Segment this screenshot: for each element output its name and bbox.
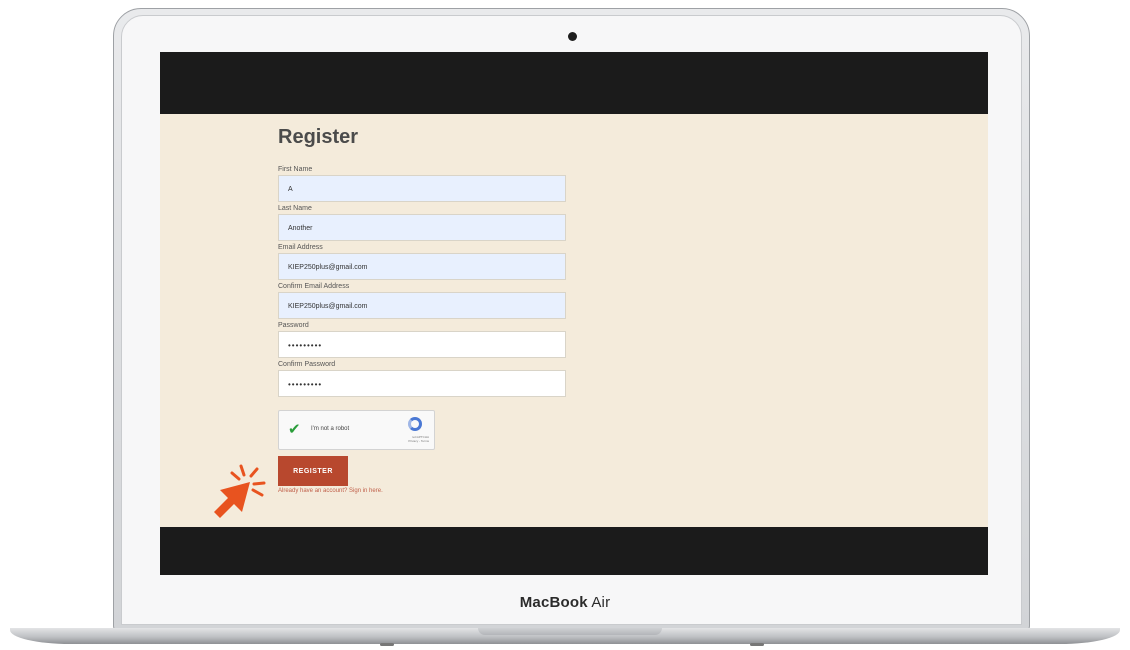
recaptcha-widget[interactable]: ✔ I'm not a robot reCAPTCHA Privacy - Te… [278,410,435,450]
laptop-foot [750,643,764,646]
captcha-label: I'm not a robot [311,426,350,432]
first-name-field[interactable]: A [278,175,566,202]
email-label: Email Address [278,244,323,251]
last-name-field[interactable]: Another [278,214,566,241]
password-field[interactable]: ••••••••• [278,331,566,358]
site-footer [160,527,988,575]
screen: Register First Name A Last Name Another … [160,52,988,575]
laptop-notch [478,628,662,635]
recaptcha-brand: reCAPTCHA Privacy - Terms [408,435,429,443]
device-brand-label: MacBook Air [519,594,611,611]
confirm-password-label: Confirm Password [278,361,336,368]
email-field[interactable]: KIEP250plus@gmail.com [278,253,566,280]
register-form: Register First Name A Last Name Another … [278,124,578,494]
first-name-label: First Name [278,166,313,173]
cursor-click-icon [214,464,266,518]
confirm-password-field[interactable]: ••••••••• [278,370,566,397]
checkmark-icon: ✔ [288,421,301,438]
recaptcha-logo-icon [408,417,422,431]
site-header [160,52,988,114]
password-label: Password [278,322,309,329]
confirm-email-field[interactable]: KIEP250plus@gmail.com [278,292,566,319]
confirm-email-label: Confirm Email Address [278,283,350,290]
register-button[interactable]: REGISTER [278,456,348,486]
signin-link[interactable]: Already have an account? Sign in here. [278,488,578,494]
last-name-label: Last Name [278,205,312,212]
camera-icon [568,32,577,41]
laptop-foot [380,643,394,646]
page-title: Register [278,126,359,148]
